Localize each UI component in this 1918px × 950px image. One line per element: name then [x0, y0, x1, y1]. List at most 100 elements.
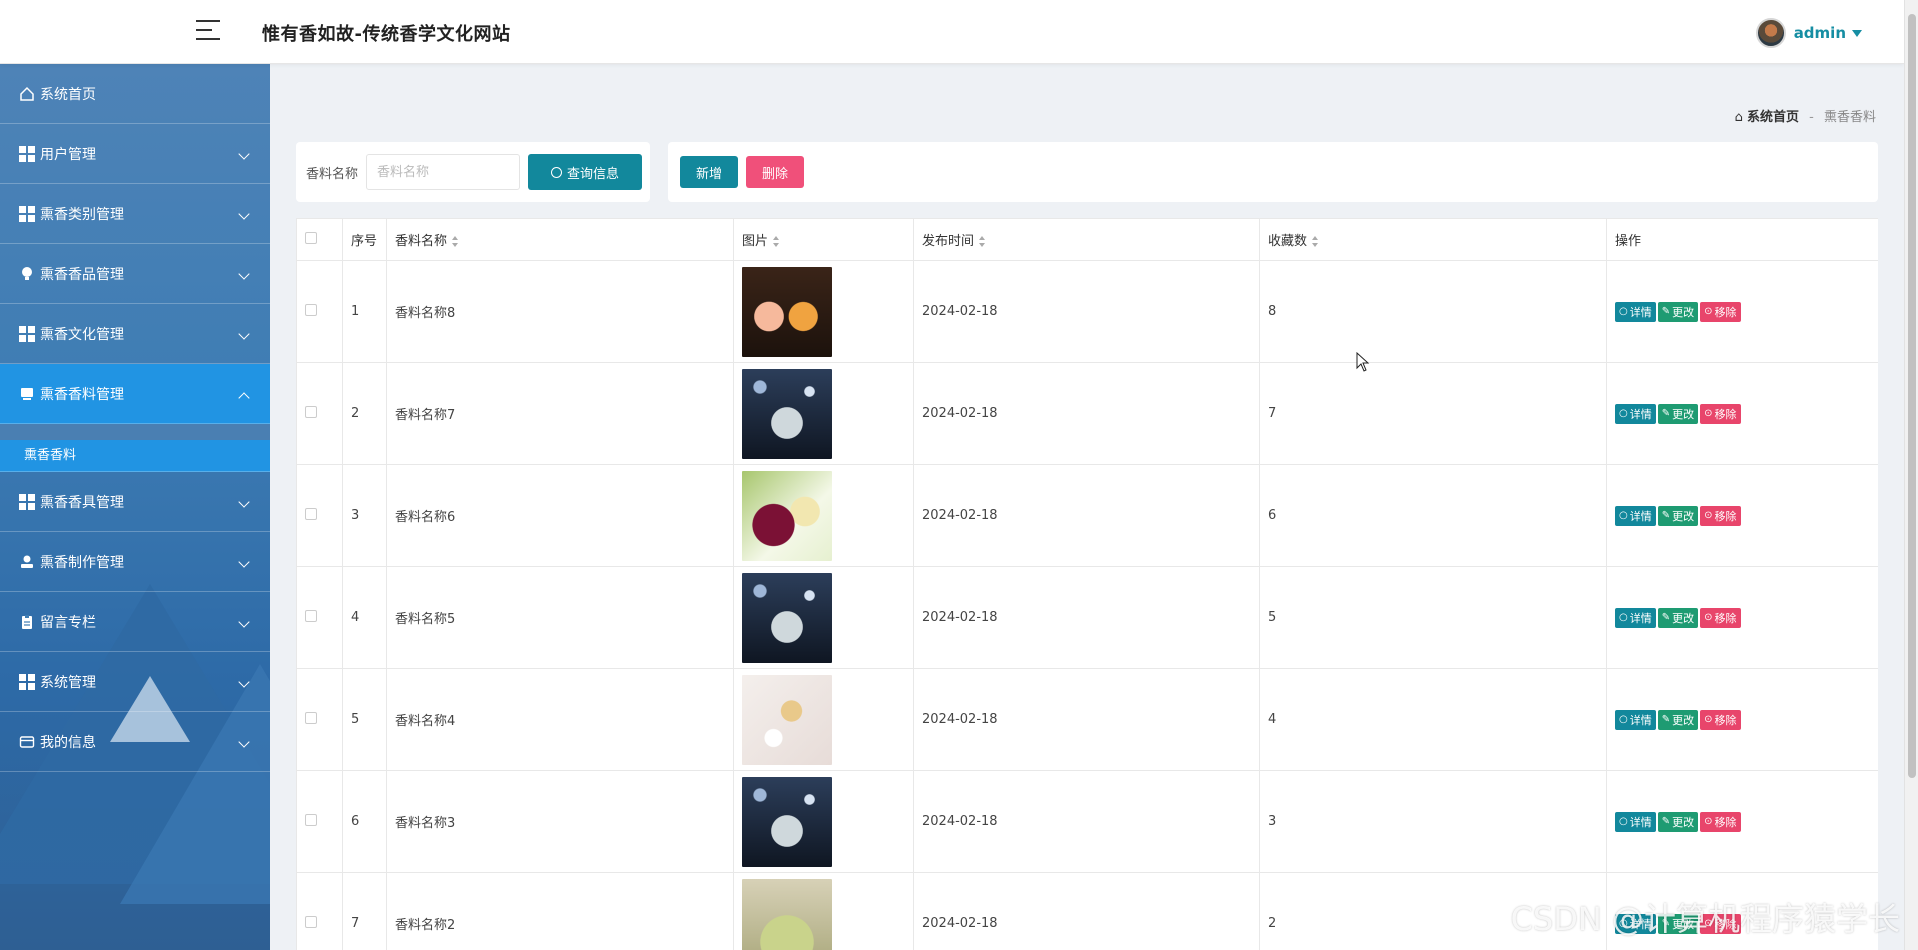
sidebar-item-label: 熏香香品管理	[40, 266, 124, 283]
favorites-count: 7	[1259, 362, 1607, 465]
column-header[interactable]: 图片	[733, 218, 914, 261]
spice-thumbnail[interactable]	[742, 878, 832, 950]
sidebar-item-system[interactable]: 系统管理	[0, 652, 270, 712]
spice-image-cell	[733, 566, 914, 669]
sidebar-item-label: 熏香香料管理	[40, 386, 124, 403]
sidebar-item-utensils[interactable]: 熏香香具管理	[0, 472, 270, 532]
home-icon: ⌂	[1734, 110, 1743, 125]
spice-thumbnail[interactable]	[742, 572, 832, 663]
sidebar-item-profile[interactable]: 我的信息	[0, 712, 270, 772]
row-actions: ○ 详情 ✎ 更改 ⊙ 移除	[1606, 668, 1878, 771]
spice-thumbnail[interactable]	[742, 674, 832, 765]
detail-button[interactable]: ○ 详情	[1615, 505, 1656, 526]
row-checkbox[interactable]	[296, 260, 343, 363]
row-checkbox[interactable]	[296, 566, 343, 669]
row-checkbox[interactable]	[296, 464, 343, 567]
publish-date: 2024-02-18	[913, 566, 1260, 669]
row-checkbox[interactable]	[296, 668, 343, 771]
sidebar-item-label: 熏香类别管理	[40, 206, 124, 223]
add-button[interactable]: 新增	[680, 156, 739, 188]
table-header-row: 序号 香料名称 图片 发布时间 收藏数 操作	[296, 218, 1878, 261]
sidebar-item-messages[interactable]: 留言专栏	[0, 592, 270, 652]
spice-thumbnail[interactable]	[742, 368, 832, 459]
row-checkbox[interactable]	[296, 872, 343, 950]
delete-button[interactable]: 删除	[746, 156, 805, 188]
sidebar-item-label: 熏香制作管理	[40, 554, 124, 571]
detail-button[interactable]: ○ 详情	[1615, 709, 1656, 730]
page-scrollbar[interactable]	[1904, 0, 1918, 950]
detail-button[interactable]: ○ 详情	[1615, 301, 1656, 322]
chevron-down-icon	[238, 328, 250, 340]
pencil-icon: ✎	[1661, 714, 1671, 725]
spice-name: 香料名称8	[386, 260, 734, 363]
column-header[interactable]: 香料名称	[386, 218, 734, 261]
user-menu[interactable]: admin	[1755, 18, 1862, 48]
top-header: 惟有香如故-传统香学文化网站 admin	[0, 0, 1904, 64]
sidebar-item-users[interactable]: 用户管理	[0, 124, 270, 184]
menu-toggle-icon[interactable]	[196, 20, 220, 42]
remove-icon: ⊙	[1704, 612, 1713, 623]
edit-button[interactable]: ✎ 更改	[1657, 607, 1699, 628]
favorites-count: 8	[1259, 260, 1607, 363]
sidebar-item-home[interactable]: 系统首页	[0, 64, 270, 124]
clipboard-icon	[18, 613, 36, 631]
favorites-count: 4	[1259, 668, 1607, 771]
scrollbar-thumb[interactable]	[1908, 14, 1916, 778]
sort-icon[interactable]	[773, 236, 780, 247]
edit-button[interactable]: ✎ 更改	[1657, 811, 1699, 832]
favorites-count: 6	[1259, 464, 1607, 567]
grid-icon	[18, 673, 36, 691]
row-checkbox[interactable]	[296, 362, 343, 465]
spice-name: 香料名称7	[386, 362, 734, 465]
detail-button[interactable]: ○ 详情	[1615, 811, 1656, 832]
spice-name: 香料名称6	[386, 464, 734, 567]
edit-button[interactable]: ✎ 更改	[1657, 709, 1699, 730]
detail-button[interactable]: ○ 详情	[1615, 403, 1656, 424]
remove-icon: ⊙	[1704, 714, 1713, 725]
sidebar-item-label: 熏香文化管理	[40, 326, 124, 343]
sidebar-item-culture[interactable]: 熏香文化管理	[0, 304, 270, 364]
edit-button[interactable]: ✎ 更改	[1657, 505, 1699, 526]
remove-button[interactable]: ⊙ 移除	[1700, 505, 1741, 526]
spice-thumbnail[interactable]	[742, 776, 832, 867]
search-input[interactable]	[366, 154, 521, 190]
spice-thumbnail[interactable]	[742, 266, 832, 357]
edit-button[interactable]: ✎ 更改	[1657, 403, 1699, 424]
row-actions: ○ 详情 ✎ 更改 ⊙ 移除	[1606, 464, 1878, 567]
remove-icon: ⊙	[1704, 510, 1713, 521]
select-all-checkbox[interactable]	[296, 218, 343, 261]
action-panel: 新增 删除	[668, 142, 1878, 202]
remove-button[interactable]: ⊙ 移除	[1700, 811, 1741, 832]
edit-button[interactable]: ✎ 更改	[1657, 301, 1699, 322]
column-header[interactable]: 收藏数	[1259, 218, 1607, 261]
watermark: CSDN @计算机程序猿学长	[1510, 900, 1900, 938]
detail-button[interactable]: ○ 详情	[1615, 607, 1656, 628]
sort-icon[interactable]	[452, 236, 459, 247]
pencil-icon: ✎	[1661, 510, 1671, 521]
remove-button[interactable]: ⊙ 移除	[1700, 403, 1741, 424]
publish-date: 2024-02-18	[913, 668, 1260, 771]
submenu-item-spices[interactable]: 熏香香料	[0, 440, 270, 472]
sidebar-item-spices[interactable]: 熏香香料管理	[0, 364, 270, 424]
sidebar-item-making[interactable]: 熏香制作管理	[0, 532, 270, 592]
grid-icon	[18, 145, 36, 163]
remove-button[interactable]: ⊙ 移除	[1700, 607, 1741, 628]
sidebar-item-category[interactable]: 熏香类别管理	[0, 184, 270, 244]
username: admin	[1793, 24, 1846, 42]
spice-thumbnail[interactable]	[742, 470, 832, 561]
submenu-spacer	[0, 424, 270, 440]
sort-icon[interactable]	[979, 236, 986, 247]
column-header[interactable]: 发布时间	[913, 218, 1260, 261]
home-icon	[18, 85, 36, 103]
row-checkbox[interactable]	[296, 770, 343, 873]
row-number: 2	[342, 362, 387, 465]
sort-icon[interactable]	[1312, 236, 1319, 247]
chevron-down-icon	[238, 148, 250, 160]
breadcrumb-home[interactable]: 系统首页	[1747, 110, 1799, 125]
query-button[interactable]: 查询信息	[528, 154, 643, 190]
sidebar-item-products[interactable]: 熏香香品管理	[0, 244, 270, 304]
remove-button[interactable]: ⊙ 移除	[1700, 301, 1741, 322]
remove-icon: ⊙	[1704, 408, 1713, 419]
remove-button[interactable]: ⊙ 移除	[1700, 709, 1741, 730]
spice-image-cell	[733, 668, 914, 771]
